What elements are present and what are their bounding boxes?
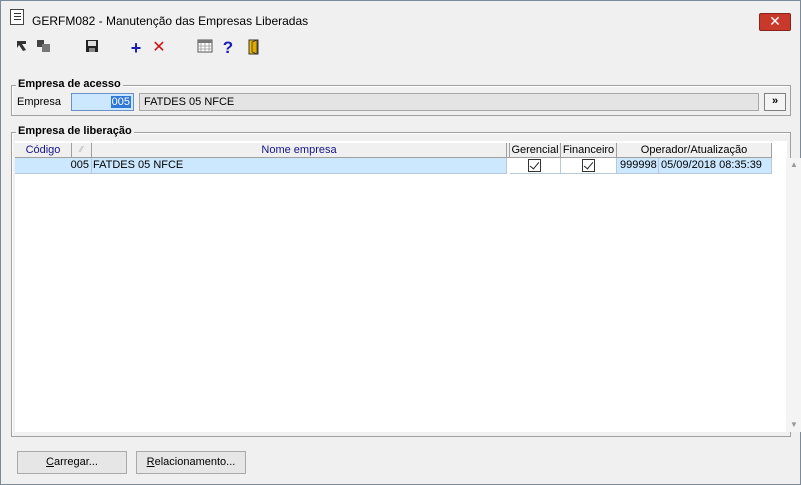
carregar-mnemonic: C <box>46 456 54 468</box>
delete-icon[interactable]: ✕ <box>150 39 168 57</box>
add-icon[interactable]: + <box>127 39 145 57</box>
calendar-icon[interactable] <box>196 39 214 57</box>
table-row-operador: 999998 <box>617 158 659 174</box>
carregar-label: arregar... <box>53 456 98 468</box>
navigate-first-icon[interactable] <box>13 39 31 57</box>
financeiro-checkbox[interactable] <box>582 159 595 172</box>
empresa-codigo-input[interactable]: 005 <box>71 93 134 111</box>
table-row-codigo[interactable]: 005 <box>15 158 92 174</box>
column-header-financeiro[interactable]: Financeiro <box>561 143 617 158</box>
table-row-atualizacao: 05/09/2018 08:35:39 <box>659 158 772 174</box>
liberacao-grid[interactable]: Código ⁄⁄ Nome empresa Gerencial Finance… <box>15 141 801 432</box>
help-icon[interactable]: ? <box>219 39 237 57</box>
empresa-label: Empresa <box>17 96 62 108</box>
gerencial-checkbox[interactable] <box>528 159 541 172</box>
column-header-nome[interactable]: Nome empresa <box>92 143 507 158</box>
vertical-scrollbar[interactable]: ▲ ▼ <box>786 158 801 432</box>
toolbar: + ✕ ? <box>3 34 799 62</box>
relacionamento-mnemonic: R <box>146 456 155 468</box>
main-window: GERFM082 - Manutenção das Empresas Liber… <box>0 0 801 485</box>
navigate-copy-icon[interactable] <box>35 39 53 57</box>
carregar-button[interactable]: Carregar... <box>17 451 127 474</box>
document-icon <box>10 9 24 25</box>
column-header-gerencial[interactable]: Gerencial <box>510 143 561 158</box>
save-icon[interactable] <box>83 39 101 57</box>
empresa-nome-field: FATDES 05 NFCE <box>139 93 759 111</box>
empresa-liberacao-label: Empresa de liberação <box>16 125 134 137</box>
table-row-financeiro[interactable] <box>561 158 617 174</box>
close-button[interactable]: ✕ <box>759 13 791 31</box>
sort-icon[interactable]: ⁄⁄ <box>72 143 92 158</box>
search-empresa-button[interactable]: » <box>764 93 786 111</box>
scroll-down-icon[interactable]: ▼ <box>786 418 801 432</box>
empresa-acesso-label: Empresa de acesso <box>16 78 123 90</box>
scroll-up-icon[interactable]: ▲ <box>786 158 801 172</box>
relacionamento-label: elacionamento... <box>154 456 236 468</box>
exit-door-icon[interactable] <box>245 39 263 57</box>
table-row-nome[interactable]: FATDES 05 NFCE <box>92 158 507 174</box>
column-header-codigo[interactable]: Código <box>15 143 72 158</box>
window-title: GERFM082 - Manutenção das Empresas Liber… <box>32 14 309 28</box>
relacionamento-button[interactable]: Relacionamento... <box>136 451 246 474</box>
empresa-codigo-value: 005 <box>110 96 131 108</box>
column-header-operador[interactable]: Operador/Atualização <box>617 143 772 158</box>
title-bar: GERFM082 - Manutenção das Empresas Liber… <box>1 1 800 32</box>
table-row-gerencial[interactable] <box>510 158 561 174</box>
